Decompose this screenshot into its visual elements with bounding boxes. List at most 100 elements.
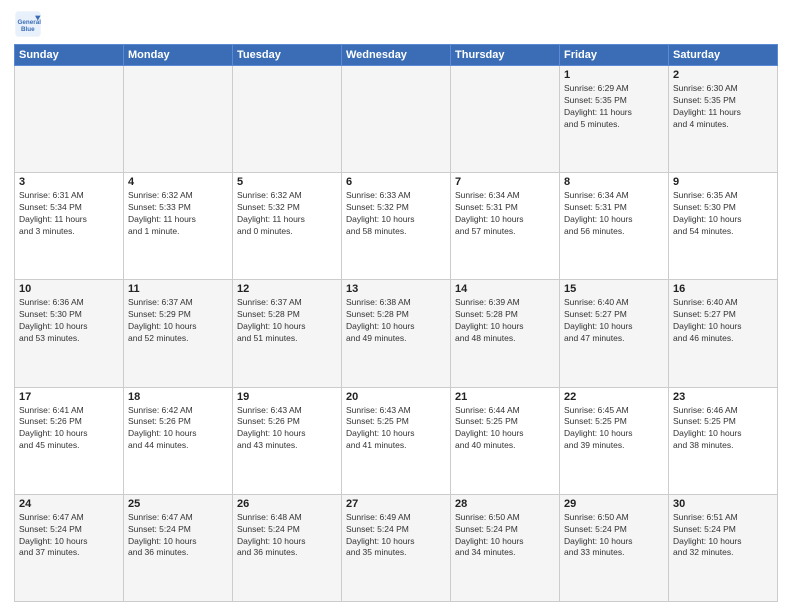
day-info: Sunrise: 6:47 AM Sunset: 5:24 PM Dayligh… [128,512,228,560]
day-number: 10 [19,283,119,295]
day-cell: 25 Sunrise: 6:47 AM Sunset: 5:24 PM Dayli… [124,494,233,601]
day-info: Sunrise: 6:47 AM Sunset: 5:24 PM Dayligh… [19,512,119,560]
week-row-3: 10 Sunrise: 6:36 AM Sunset: 5:30 PM Dayli… [15,280,778,387]
day-cell: 11 Sunrise: 6:37 AM Sunset: 5:29 PM Dayli… [124,280,233,387]
calendar-table: SundayMondayTuesdayWednesdayThursdayFrid… [14,44,778,602]
weekday-header-row: SundayMondayTuesdayWednesdayThursdayFrid… [15,45,778,66]
week-row-1: 1 Sunrise: 6:29 AM Sunset: 5:35 PM Daylig… [15,66,778,173]
day-info: Sunrise: 6:35 AM Sunset: 5:30 PM Dayligh… [673,190,773,238]
day-number: 8 [564,176,664,188]
day-cell: 19Sunrise: 6:43 AM Sunset: 5:26 PM Dayli… [233,387,342,494]
day-cell: 12Sunrise: 6:37 AM Sunset: 5:28 PM Dayli… [233,280,342,387]
day-cell [233,66,342,173]
day-info: Sunrise: 6:32 AM Sunset: 5:33 PM Dayligh… [128,190,228,238]
day-number: 13 [346,283,446,295]
day-number: 2 [673,69,773,81]
day-number: 15 [564,283,664,295]
day-cell: 18 Sunrise: 6:42 AM Sunset: 5:26 PM Dayli… [124,387,233,494]
day-cell: 1 Sunrise: 6:29 AM Sunset: 5:35 PM Daylig… [560,66,669,173]
svg-text:Blue: Blue [21,26,35,33]
day-info: Sunrise: 6:31 AM Sunset: 5:34 PM Dayligh… [19,190,119,238]
day-number: 30 [673,498,773,510]
day-cell: 21Sunrise: 6:44 AM Sunset: 5:25 PM Dayli… [451,387,560,494]
day-info: Sunrise: 6:38 AM Sunset: 5:28 PM Dayligh… [346,297,446,345]
day-info: Sunrise: 6:46 AM Sunset: 5:25 PM Dayligh… [673,405,773,453]
day-number: 28 [455,498,555,510]
day-cell: 2 Sunrise: 6:30 AM Sunset: 5:35 PM Daylig… [669,66,778,173]
day-number: 9 [673,176,773,188]
day-number: 22 [564,391,664,403]
day-number: 3 [19,176,119,188]
week-row-4: 17 Sunrise: 6:41 AM Sunset: 5:26 PM Dayli… [15,387,778,494]
day-info: Sunrise: 6:34 AM Sunset: 5:31 PM Dayligh… [564,190,664,238]
day-info: Sunrise: 6:50 AM Sunset: 5:24 PM Dayligh… [455,512,555,560]
day-cell: 10 Sunrise: 6:36 AM Sunset: 5:30 PM Dayli… [15,280,124,387]
day-cell: 14Sunrise: 6:39 AM Sunset: 5:28 PM Dayli… [451,280,560,387]
day-cell: 9 Sunrise: 6:35 AM Sunset: 5:30 PM Daylig… [669,173,778,280]
day-info: Sunrise: 6:48 AM Sunset: 5:24 PM Dayligh… [237,512,337,560]
day-cell: 15Sunrise: 6:40 AM Sunset: 5:27 PM Dayli… [560,280,669,387]
day-cell: 29 Sunrise: 6:50 AM Sunset: 5:24 PM Dayli… [560,494,669,601]
day-number: 4 [128,176,228,188]
day-info: Sunrise: 6:29 AM Sunset: 5:35 PM Dayligh… [564,83,664,131]
day-number: 24 [19,498,119,510]
day-cell: 22Sunrise: 6:45 AM Sunset: 5:25 PM Dayli… [560,387,669,494]
day-number: 16 [673,283,773,295]
day-cell: 3 Sunrise: 6:31 AM Sunset: 5:34 PM Daylig… [15,173,124,280]
day-info: Sunrise: 6:50 AM Sunset: 5:24 PM Dayligh… [564,512,664,560]
day-info: Sunrise: 6:51 AM Sunset: 5:24 PM Dayligh… [673,512,773,560]
day-info: Sunrise: 6:37 AM Sunset: 5:29 PM Dayligh… [128,297,228,345]
day-number: 7 [455,176,555,188]
day-info: Sunrise: 6:49 AM Sunset: 5:24 PM Dayligh… [346,512,446,560]
weekday-header-saturday: Saturday [669,45,778,66]
day-cell [342,66,451,173]
day-cell [124,66,233,173]
day-cell: 5 Sunrise: 6:32 AM Sunset: 5:32 PM Daylig… [233,173,342,280]
day-number: 23 [673,391,773,403]
day-info: Sunrise: 6:40 AM Sunset: 5:27 PM Dayligh… [673,297,773,345]
day-cell [451,66,560,173]
day-info: Sunrise: 6:34 AM Sunset: 5:31 PM Dayligh… [455,190,555,238]
day-number: 20 [346,391,446,403]
day-info: Sunrise: 6:36 AM Sunset: 5:30 PM Dayligh… [19,297,119,345]
day-number: 26 [237,498,337,510]
logo-icon: General Blue [14,10,42,38]
day-number: 18 [128,391,228,403]
day-cell: 8 Sunrise: 6:34 AM Sunset: 5:31 PM Daylig… [560,173,669,280]
day-info: Sunrise: 6:42 AM Sunset: 5:26 PM Dayligh… [128,405,228,453]
day-cell: 23 Sunrise: 6:46 AM Sunset: 5:25 PM Dayli… [669,387,778,494]
day-number: 25 [128,498,228,510]
day-cell: 26 Sunrise: 6:48 AM Sunset: 5:24 PM Dayli… [233,494,342,601]
day-info: Sunrise: 6:30 AM Sunset: 5:35 PM Dayligh… [673,83,773,131]
day-number: 5 [237,176,337,188]
header: General Blue [14,10,778,38]
logo: General Blue [14,10,42,38]
weekday-header-thursday: Thursday [451,45,560,66]
day-info: Sunrise: 6:33 AM Sunset: 5:32 PM Dayligh… [346,190,446,238]
day-cell: 7 Sunrise: 6:34 AM Sunset: 5:31 PM Daylig… [451,173,560,280]
day-number: 1 [564,69,664,81]
day-info: Sunrise: 6:41 AM Sunset: 5:26 PM Dayligh… [19,405,119,453]
weekday-header-wednesday: Wednesday [342,45,451,66]
day-cell: 17 Sunrise: 6:41 AM Sunset: 5:26 PM Dayli… [15,387,124,494]
day-number: 27 [346,498,446,510]
day-number: 11 [128,283,228,295]
day-number: 29 [564,498,664,510]
day-info: Sunrise: 6:39 AM Sunset: 5:28 PM Dayligh… [455,297,555,345]
day-info: Sunrise: 6:44 AM Sunset: 5:25 PM Dayligh… [455,405,555,453]
week-row-2: 3 Sunrise: 6:31 AM Sunset: 5:34 PM Daylig… [15,173,778,280]
day-cell: 6Sunrise: 6:33 AM Sunset: 5:32 PM Daylig… [342,173,451,280]
day-number: 17 [19,391,119,403]
weekday-header-tuesday: Tuesday [233,45,342,66]
weekday-header-sunday: Sunday [15,45,124,66]
day-info: Sunrise: 6:43 AM Sunset: 5:26 PM Dayligh… [237,405,337,453]
day-cell: 30 Sunrise: 6:51 AM Sunset: 5:24 PM Dayli… [669,494,778,601]
day-cell [15,66,124,173]
day-info: Sunrise: 6:32 AM Sunset: 5:32 PM Dayligh… [237,190,337,238]
page: General Blue SundayMondayTuesdayWednesda… [0,0,792,612]
weekday-header-monday: Monday [124,45,233,66]
day-cell: 16 Sunrise: 6:40 AM Sunset: 5:27 PM Dayli… [669,280,778,387]
day-cell: 20Sunrise: 6:43 AM Sunset: 5:25 PM Dayli… [342,387,451,494]
week-row-5: 24 Sunrise: 6:47 AM Sunset: 5:24 PM Dayli… [15,494,778,601]
day-cell: 4 Sunrise: 6:32 AM Sunset: 5:33 PM Daylig… [124,173,233,280]
